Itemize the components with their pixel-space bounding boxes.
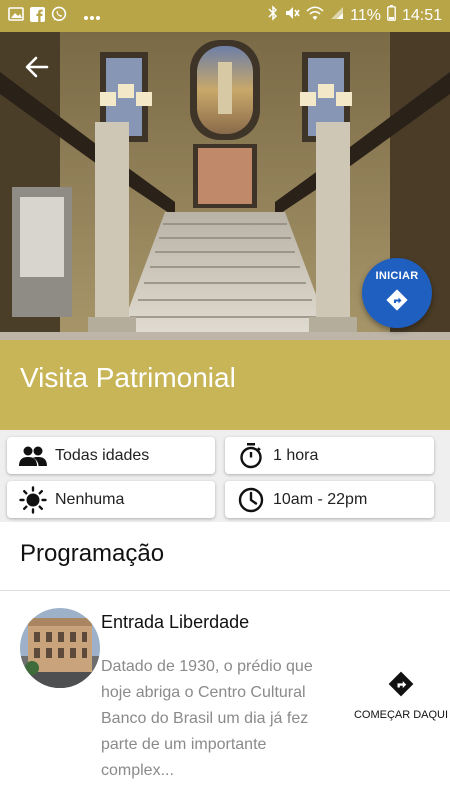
sun-icon [19,485,47,514]
info-card-weather: Nenhuma [7,481,215,518]
item-description: Datado de 1930, o prédio que hoje abriga… [101,658,313,779]
directions-icon [385,288,409,317]
list-item[interactable]: Entrada Liberdade Datado de 1930, o préd… [0,592,450,800]
info-card-text: Nenhuma [55,490,125,508]
section-heading: Programação [20,540,165,567]
facebook-icon [30,6,45,27]
people-icon [19,442,47,470]
timer-icon [237,442,265,470]
info-card-text: Todas idades [55,446,150,464]
bluetooth-icon [268,5,278,26]
start-here-label: COMEÇAR DAQUI [353,709,449,721]
start-here-button[interactable]: COMEÇAR DAQUI [352,670,450,721]
back-button[interactable] [22,52,52,82]
start-tour-label: INICIAR [375,270,419,282]
mute-icon [284,5,300,26]
divider [0,590,450,591]
item-thumbnail [20,608,100,688]
image-icon [8,7,24,26]
info-card-duration: 1 hora [225,437,434,474]
info-card-text: 10am - 22pm [273,490,368,508]
signal-icon [330,6,344,25]
title-bar: Visita Patrimonial [0,340,450,430]
whatsapp-icon [51,6,67,27]
more-dots-icon [83,8,101,26]
info-card-text: 1 hora [273,446,319,464]
battery-percent: 11% [350,6,381,24]
battery-icon [387,5,396,26]
arrow-left-icon [25,56,49,78]
status-bar: 11% 14:51 [0,0,450,32]
info-card-hours: 10am - 22pm [225,481,434,518]
info-card-age: Todas idades [7,437,215,474]
directions-icon [352,670,450,703]
page-title: Visita Patrimonial [20,362,236,393]
info-cards: Todas idades 1 hora Nenhuma 10am - 22pm [0,430,450,522]
clock-time: 14:51 [401,6,442,24]
start-tour-button[interactable]: INICIAR [362,258,432,328]
clock-icon [237,486,265,514]
item-title: Entrada Liberdade [101,612,250,632]
wifi-icon [306,5,324,26]
